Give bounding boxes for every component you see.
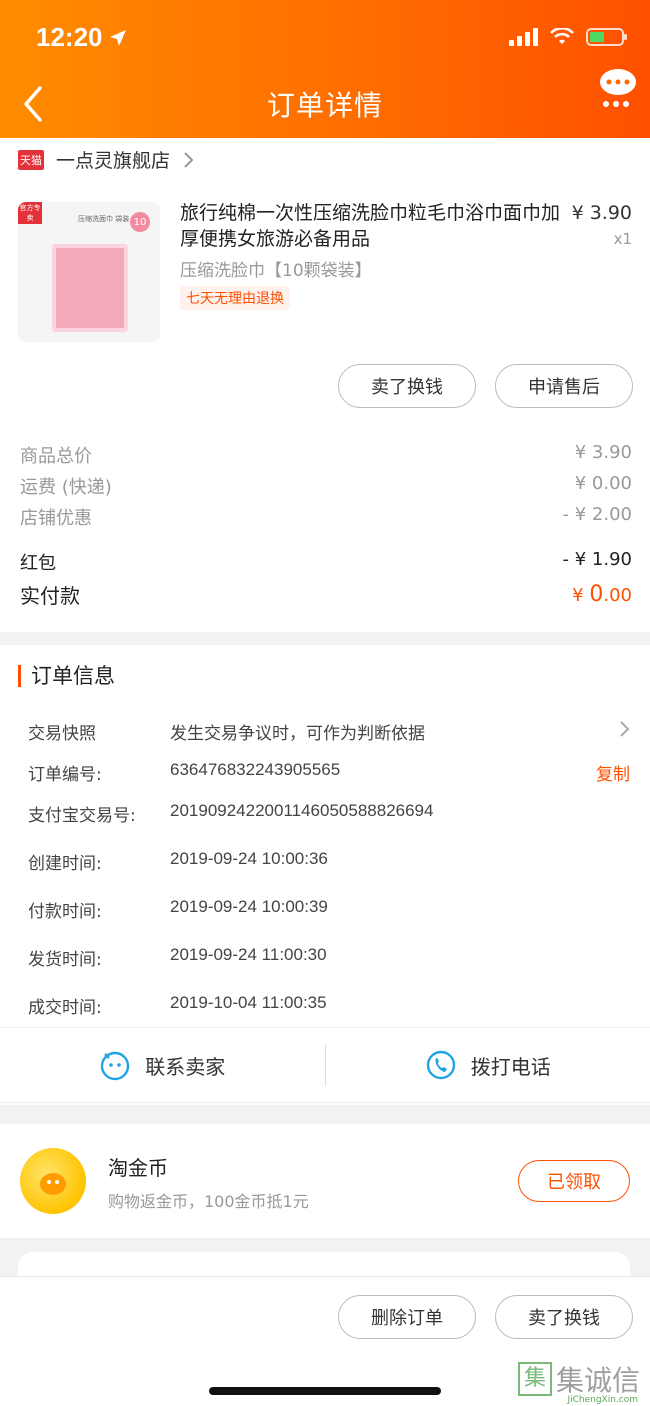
paid-row: 实付款 ¥ 0.00 (20, 580, 632, 609)
created-row: 创建时间: 2019-09-24 10:00:36 (28, 849, 632, 874)
created-label: 创建时间: (28, 854, 102, 874)
wifi-icon (550, 28, 574, 44)
home-indicator (209, 1387, 441, 1395)
paid-time-value: 2019-09-24 10:00:39 (170, 897, 328, 916)
message-more-icon (600, 69, 636, 107)
return-tag: 七天无理由退换 (180, 286, 290, 310)
store-link[interactable]: 天猫 一点灵旗舰店 (18, 146, 196, 173)
watermark-sub: JiChengXin.com (567, 1395, 638, 1405)
chat-face-icon (101, 1051, 130, 1081)
image-count: 10 (130, 212, 150, 232)
store-name: 一点灵旗舰店 (56, 150, 171, 172)
shop-discount-label: 店铺优惠 (20, 508, 92, 529)
product-spec: 压缩洗脸巾【10颗袋装】 (180, 261, 372, 281)
coins-subtitle: 购物返金币，100金币抵1元 (108, 1192, 309, 1211)
delete-order-button[interactable]: 删除订单 (338, 1295, 476, 1339)
paid-integer: 0 (589, 582, 604, 607)
alipay-value: 2019092422001146050588826694 (170, 801, 434, 820)
coins-title: 淘金币 (108, 1156, 168, 1180)
goods-total-row: 商品总价 ¥ 3.90 (20, 442, 632, 468)
watermark-text: 集诚信 (555, 1364, 640, 1397)
product-price: ¥ 3.90 (571, 202, 632, 224)
paid-value: ¥ 0.00 (572, 582, 632, 607)
shipping-label: 运费 (快递) (20, 477, 112, 498)
order-item-section: 天猫 一点灵旗舰店 官方专卖 压缩洗面巾 袋装 10 旅行纯棉一次性压缩洗脸巾粒… (0, 138, 650, 632)
shipping-value: ¥ 0.00 (574, 473, 632, 494)
alipay-label: 支付宝交易号: (28, 806, 136, 826)
done-label: 成交时间: (28, 998, 102, 1018)
snapshot-value: 发生交易争议时，可作为判断依据 (170, 724, 425, 744)
order-number-label: 订单编号: (28, 765, 102, 785)
red-packet-value: - ¥ 1.90 (562, 549, 632, 570)
product-title[interactable]: 旅行纯棉一次性压缩洗脸巾粒毛巾浴巾面巾加厚便携女旅游必备用品 (180, 200, 560, 252)
location-icon (110, 30, 126, 46)
shipped-row: 发货时间: 2019-09-24 11:00:30 (28, 945, 632, 970)
bottom-sell-button[interactable]: 卖了换钱 (495, 1295, 633, 1339)
done-row: 成交时间: 2019-10-04 11:00:35 (28, 993, 632, 1018)
sell-button[interactable]: 卖了换钱 (338, 364, 476, 408)
coins-claimed-button[interactable]: 已领取 (518, 1160, 630, 1202)
signal-icon (509, 28, 538, 46)
shipping-row: 运费 (快递) ¥ 0.00 (20, 473, 632, 499)
red-packet-row: 红包 - ¥ 1.90 (20, 549, 632, 575)
snapshot-row[interactable]: 交易快照 发生交易争议时，可作为判断依据 (28, 719, 632, 744)
order-info-title: 订单信息 (18, 665, 115, 687)
chevron-right-icon (620, 721, 630, 737)
shop-discount-value: - ¥ 2.00 (562, 504, 632, 525)
shipped-value: 2019-09-24 11:00:30 (170, 945, 327, 964)
copy-button[interactable]: 复制 (596, 760, 630, 785)
shipped-label: 发货时间: (28, 950, 102, 970)
contact-seller-button[interactable]: 联系卖家 (0, 1028, 325, 1102)
paid-decimal: .00 (603, 585, 632, 606)
red-packet-label: 红包 (20, 553, 56, 574)
tmall-icon: 天猫 (18, 149, 44, 170)
chevron-right-icon (184, 151, 194, 168)
goods-total-value: ¥ 3.90 (574, 442, 632, 463)
call-button[interactable]: 拨打电话 (326, 1028, 650, 1102)
order-number-row: 订单编号: 636476832243905565 (28, 760, 632, 785)
page-title: 订单详情 (266, 89, 383, 122)
more-button[interactable] (596, 66, 640, 110)
contact-bar: 联系卖家 拨打电话 (0, 1027, 650, 1103)
product-image[interactable]: 官方专卖 压缩洗面巾 袋装 10 (18, 202, 160, 342)
contact-seller-label: 联系卖家 (145, 1054, 226, 1079)
after-sale-button[interactable]: 申请售后 (495, 364, 633, 408)
order-number-value: 636476832243905565 (170, 760, 341, 779)
goods-total-label: 商品总价 (20, 446, 92, 467)
coin-icon (20, 1148, 86, 1214)
battery-icon (586, 28, 627, 46)
header: 12:20 订单详情 (0, 0, 650, 138)
alipay-row: 支付宝交易号: 2019092422001146050588826694 (28, 801, 632, 826)
snapshot-label: 交易快照 (28, 724, 96, 744)
status-icons (509, 28, 627, 46)
bottom-action-bar: 删除订单 卖了换钱 集 集诚信 JiChengXin.com (0, 1276, 650, 1406)
product-quantity: x1 (613, 230, 632, 248)
paid-symbol: ¥ (572, 585, 590, 606)
image-label: 压缩洗面巾 袋装 (78, 215, 130, 223)
coins-section: 淘金币 购物返金币，100金币抵1元 已领取 (0, 1124, 650, 1238)
phone-icon (426, 1050, 455, 1080)
paid-label: 实付款 (20, 584, 80, 608)
paid-time-row: 付款时间: 2019-09-24 10:00:39 (28, 897, 632, 922)
paid-time-label: 付款时间: (28, 902, 102, 922)
call-label: 拨打电话 (470, 1054, 551, 1079)
package-image (52, 244, 128, 332)
status-time: 12:20 (36, 22, 103, 52)
watermark-logo-icon: 集 (517, 1362, 552, 1396)
done-value: 2019-10-04 11:00:35 (170, 993, 327, 1012)
order-info-section: 订单信息 交易快照 发生交易争议时，可作为判断依据 订单编号: 63647683… (0, 645, 650, 1105)
watermark: 集 集诚信 (517, 1359, 640, 1399)
shop-discount-row: 店铺优惠 - ¥ 2.00 (20, 504, 632, 530)
created-value: 2019-09-24 10:00:36 (170, 849, 328, 868)
official-badge: 官方专卖 (18, 202, 42, 224)
